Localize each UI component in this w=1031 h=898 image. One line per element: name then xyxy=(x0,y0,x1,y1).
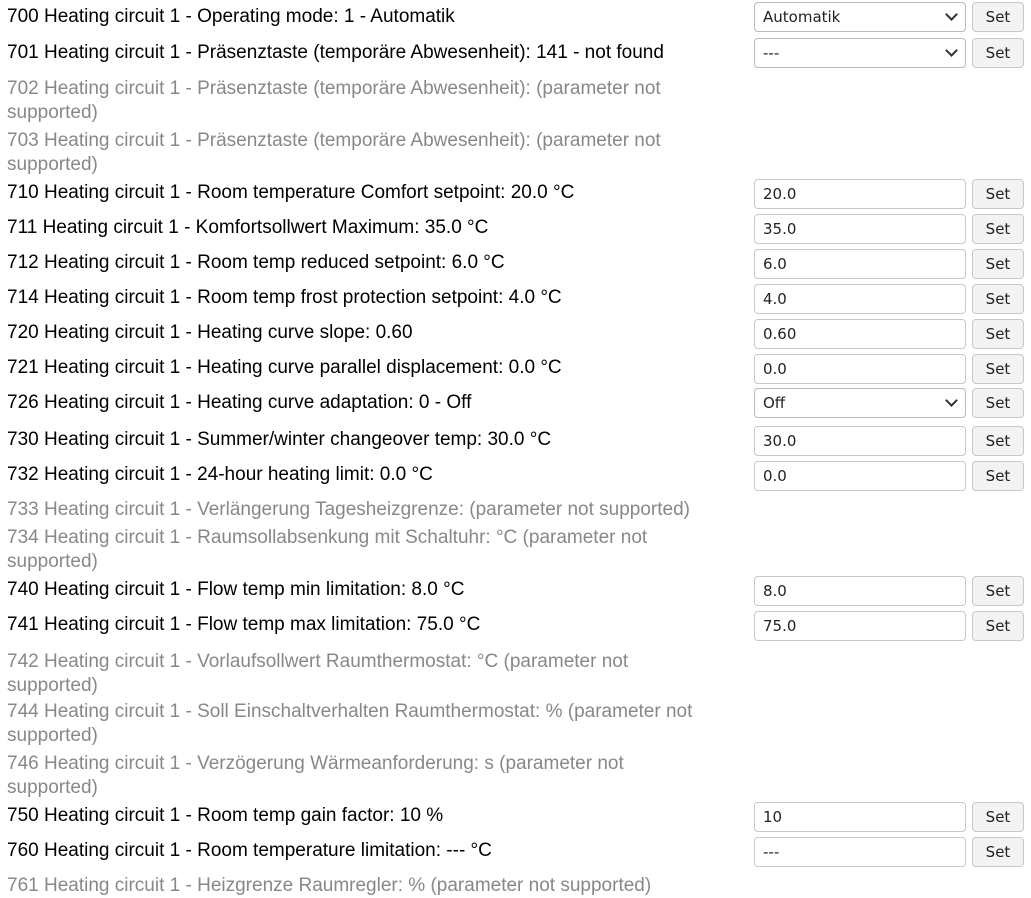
parameter-label: 733 Heating circuit 1 - Verlängerung Tag… xyxy=(7,499,690,520)
parameter-label: 744 Heating circuit 1 - Soll Einschaltve… xyxy=(7,701,693,746)
set-button[interactable]: Set xyxy=(972,38,1024,68)
parameter-label: 712 Heating circuit 1 - Room temp reduce… xyxy=(7,252,505,273)
parameter-label: 703 Heating circuit 1 - Präsenztaste (te… xyxy=(7,130,661,175)
set-button[interactable]: Set xyxy=(972,2,1024,32)
parameter-value-input[interactable] xyxy=(754,576,966,606)
parameter-value-input[interactable] xyxy=(754,611,966,641)
set-button[interactable]: Set xyxy=(972,576,1024,606)
parameter-label: 740 Heating circuit 1 - Flow temp min li… xyxy=(7,579,465,600)
set-button[interactable]: Set xyxy=(972,354,1024,384)
set-button[interactable]: Set xyxy=(972,179,1024,209)
parameter-label: 714 Heating circuit 1 - Room temp frost … xyxy=(7,287,562,308)
set-button[interactable]: Set xyxy=(972,284,1024,314)
parameter-value-input[interactable] xyxy=(754,249,966,279)
parameter-label: 741 Heating circuit 1 - Flow temp max li… xyxy=(7,614,481,635)
parameter-label: 700 Heating circuit 1 - Operating mode: … xyxy=(7,6,455,27)
set-button[interactable]: Set xyxy=(972,426,1024,456)
parameter-value-input[interactable] xyxy=(754,802,966,832)
parameter-label: 732 Heating circuit 1 - 24-hour heating … xyxy=(7,464,433,485)
parameter-value-input[interactable] xyxy=(754,426,966,456)
parameter-label: 760 Heating circuit 1 - Room temperature… xyxy=(7,840,492,861)
parameter-label: 734 Heating circuit 1 - Raumsollabsenkun… xyxy=(7,527,648,572)
parameter-label: 730 Heating circuit 1 - Summer/winter ch… xyxy=(7,429,552,450)
parameter-value-input[interactable] xyxy=(754,837,966,867)
parameter-value-select[interactable]: Automatik xyxy=(754,2,966,32)
parameter-label: 742 Heating circuit 1 - Vorlaufsollwert … xyxy=(7,651,629,696)
parameter-label: 750 Heating circuit 1 - Room temp gain f… xyxy=(7,805,444,826)
parameter-value-select[interactable]: Off xyxy=(754,388,966,418)
set-button[interactable]: Set xyxy=(972,249,1024,279)
parameter-label: 701 Heating circuit 1 - Präsenztaste (te… xyxy=(7,42,664,63)
parameter-label: 711 Heating circuit 1 - Komfortsollwert … xyxy=(7,217,489,238)
set-button[interactable]: Set xyxy=(972,802,1024,832)
parameter-label: 710 Heating circuit 1 - Room temperature… xyxy=(7,182,575,203)
set-button[interactable]: Set xyxy=(972,611,1024,641)
parameter-value-select[interactable]: --- xyxy=(754,38,966,68)
parameter-value-input[interactable] xyxy=(754,284,966,314)
parameter-label: 746 Heating circuit 1 - Verzögerung Wärm… xyxy=(7,753,624,798)
parameter-label: 726 Heating circuit 1 - Heating curve ad… xyxy=(7,392,472,413)
parameter-value-input[interactable] xyxy=(754,179,966,209)
set-button[interactable]: Set xyxy=(972,461,1024,491)
parameter-select-wrapper: Off xyxy=(754,388,966,418)
parameter-label: 720 Heating circuit 1 - Heating curve sl… xyxy=(7,322,413,343)
set-button[interactable]: Set xyxy=(972,214,1024,244)
parameter-label: 702 Heating circuit 1 - Präsenztaste (te… xyxy=(7,78,661,123)
parameter-select-wrapper: Automatik xyxy=(754,2,966,32)
parameter-select-wrapper: --- xyxy=(754,38,966,68)
set-button[interactable]: Set xyxy=(972,388,1024,418)
set-button[interactable]: Set xyxy=(972,319,1024,349)
parameter-label: 761 Heating circuit 1 - Heizgrenze Raumr… xyxy=(7,875,652,896)
parameter-value-input[interactable] xyxy=(754,319,966,349)
parameter-label: 721 Heating circuit 1 - Heating curve pa… xyxy=(7,357,562,378)
parameter-value-input[interactable] xyxy=(754,461,966,491)
parameter-value-input[interactable] xyxy=(754,214,966,244)
set-button[interactable]: Set xyxy=(972,837,1024,867)
parameter-value-input[interactable] xyxy=(754,354,966,384)
